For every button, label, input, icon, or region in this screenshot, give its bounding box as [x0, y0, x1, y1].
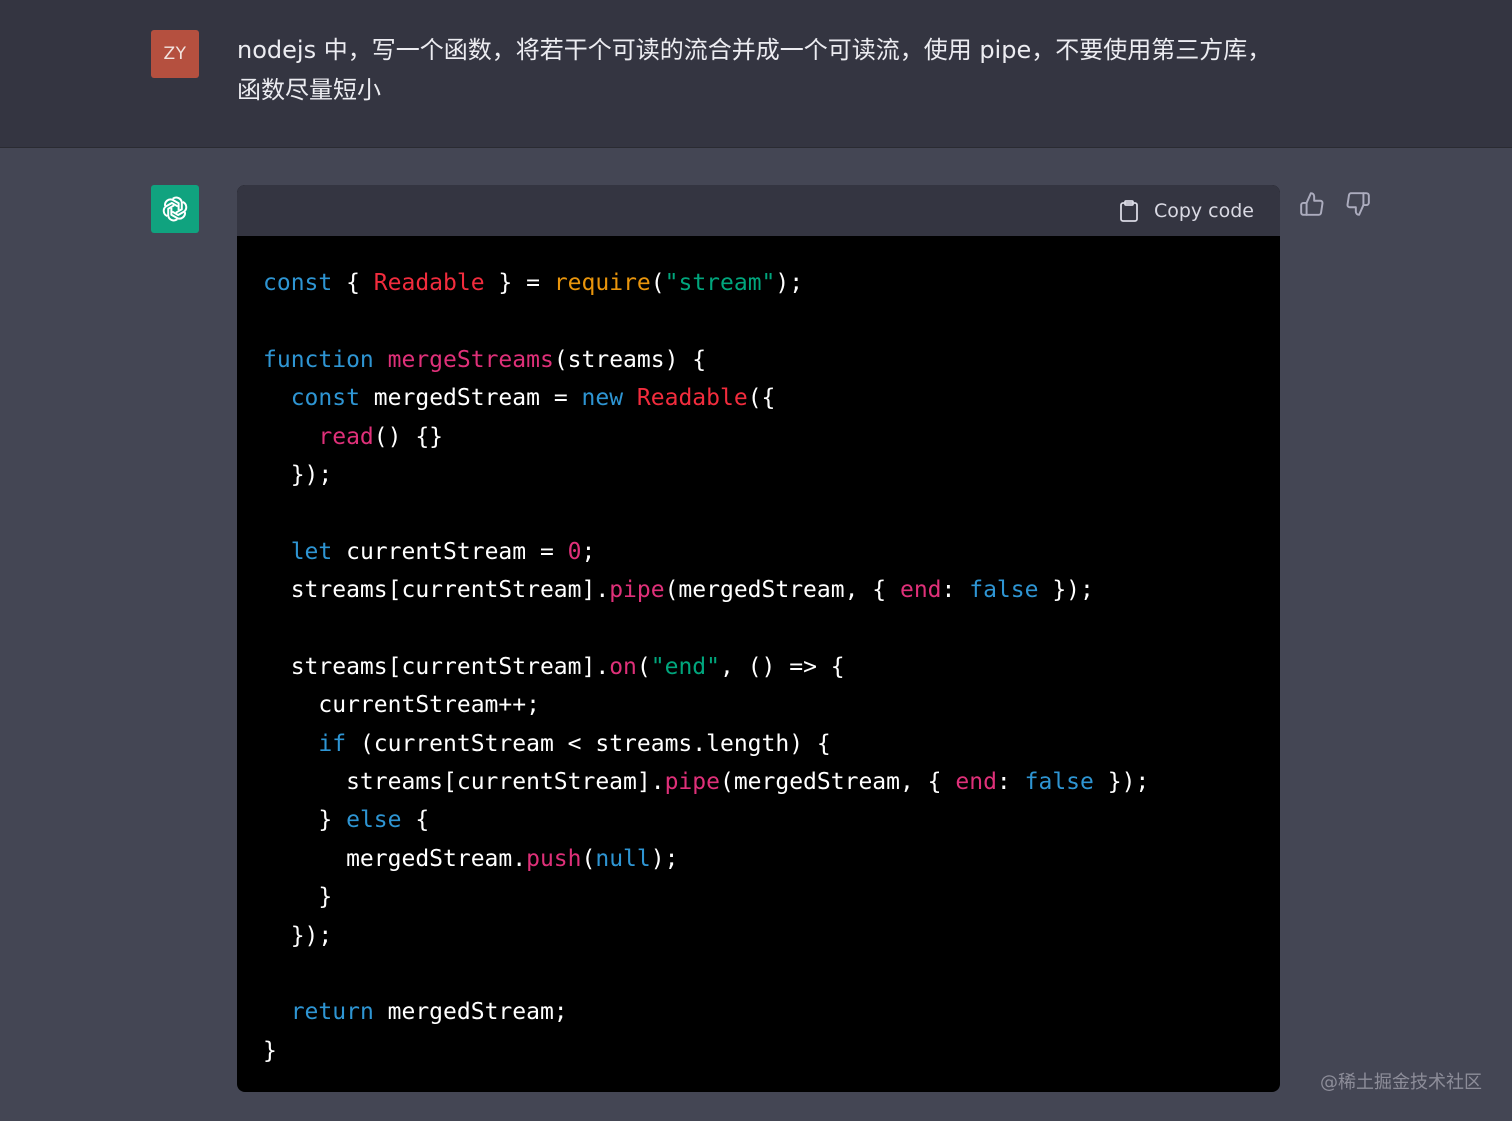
code-line: let currentStream = 0; [290, 538, 596, 565]
chat-page: ZY nodejs 中，写一个函数，将若干个可读的流合并成一个可读流，使用 pi… [0, 0, 1512, 1121]
watermark-text: @稀土掘金技术社区 [1320, 1072, 1482, 1093]
thumbs-down-icon [1346, 192, 1370, 216]
code-line: }); [263, 461, 333, 488]
user-avatar: ZY [151, 30, 199, 78]
code-line: const mergedStream = new Readable({ [290, 385, 776, 412]
code-block-header: Copy code [237, 185, 1280, 236]
code-line: if (currentStream < streams.length) { [318, 730, 831, 757]
copy-code-button[interactable]: Copy code [1118, 197, 1254, 225]
code-line: read() {} [318, 423, 444, 450]
thumbs-up-icon [1300, 192, 1324, 216]
openai-logo-icon [151, 185, 199, 233]
code-line: function mergeStreams(streams) { [263, 346, 707, 373]
thumbs-up-button[interactable] [1298, 190, 1326, 218]
code-line: } [263, 1037, 277, 1064]
clipboard-icon [1120, 200, 1138, 222]
user-message-text: nodejs 中，写一个函数，将若干个可读的流合并成一个可读流，使用 pipe，… [237, 36, 1272, 104]
code-block: Copy code const { Readable } = require("… [237, 185, 1280, 1092]
code-line: streams[currentStream].pipe(mergedStream… [263, 577, 1094, 604]
copy-code-label: Copy code [1153, 200, 1254, 222]
code-line: streams[currentStream].on("end", () => { [263, 653, 845, 680]
code-line: currentStream++; [263, 692, 540, 719]
code-line: mergedStream.push(null); [263, 845, 679, 872]
code-line: return mergedStream; [290, 999, 568, 1026]
thumbs-down-button[interactable] [1344, 190, 1372, 218]
code-line: const { Readable } = require("stream"); [263, 270, 804, 296]
code-line: }); [263, 922, 333, 949]
code-content: const { Readable } = require("stream"); … [237, 236, 1280, 1070]
user-message-row: ZY nodejs 中，写一个函数，将若干个可读的流合并成一个可读流，使用 pi… [0, 0, 1512, 148]
code-line: } [263, 884, 333, 911]
code-line: streams[currentStream].pipe(mergedStream… [263, 769, 1150, 796]
code-line: } else { [263, 807, 430, 834]
feedback-buttons [1298, 190, 1372, 218]
